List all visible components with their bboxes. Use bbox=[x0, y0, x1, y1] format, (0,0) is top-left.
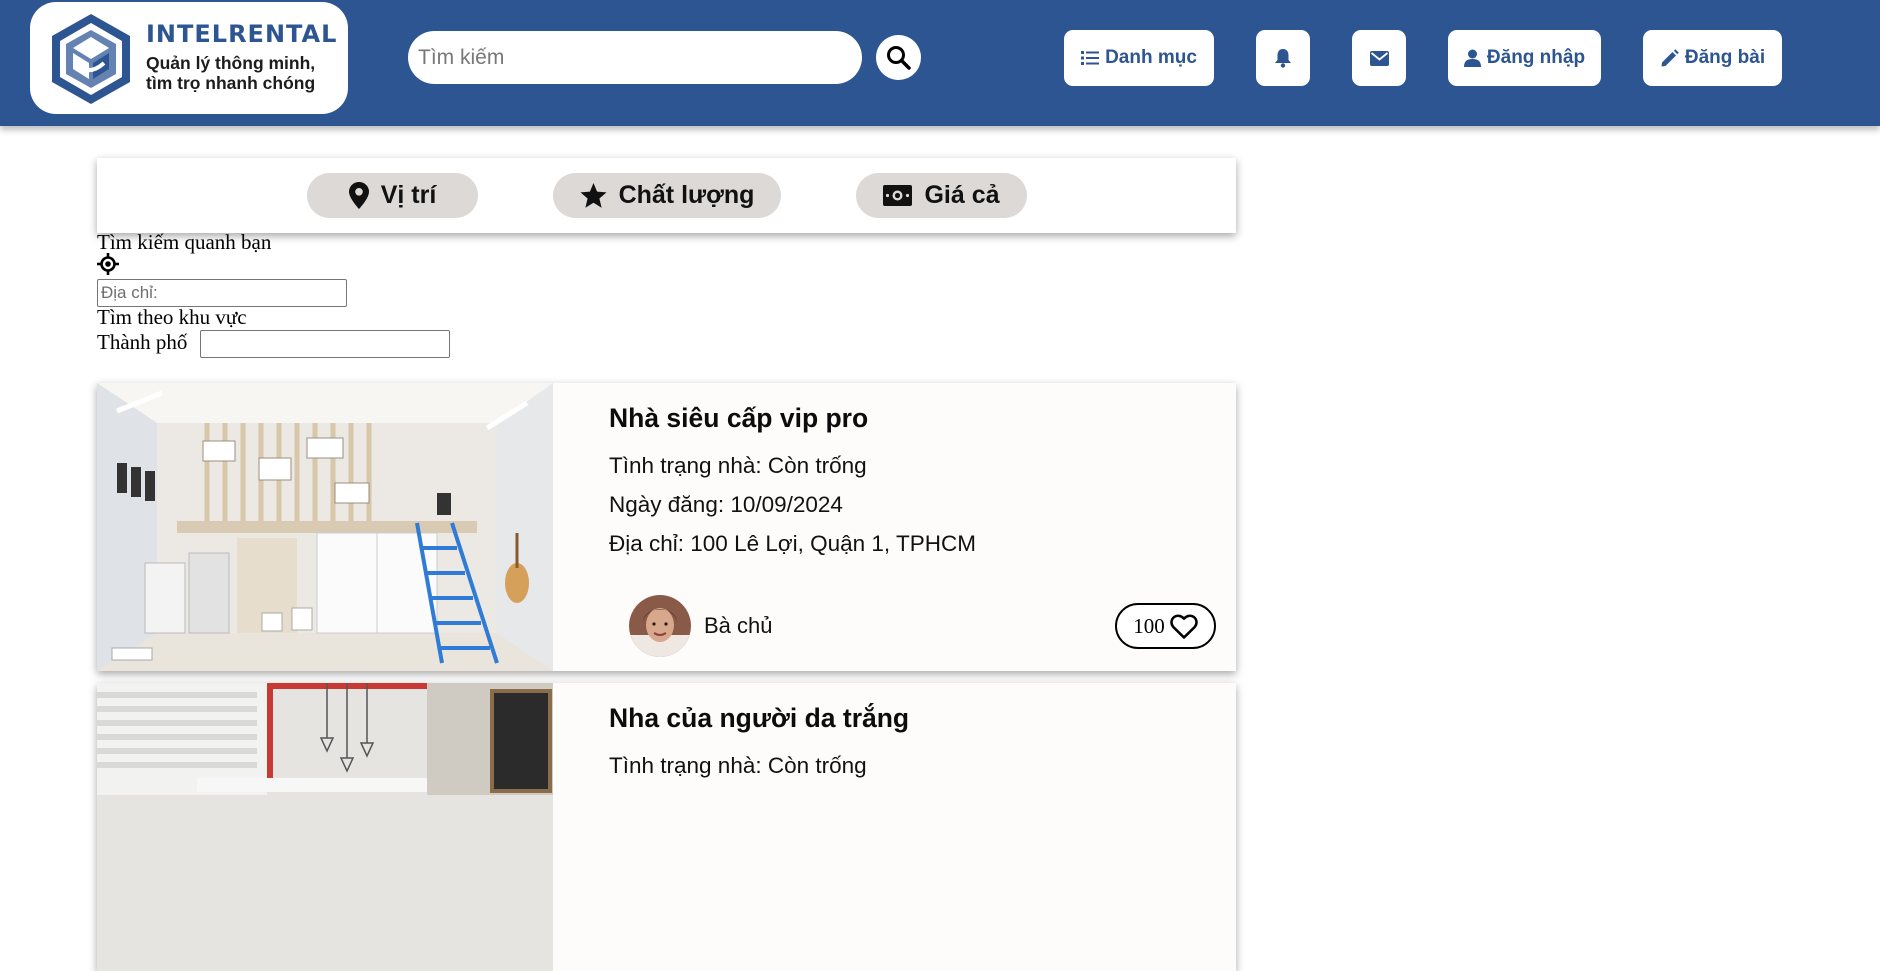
listing-status: Tình trạng nhà: Còn trống bbox=[609, 453, 867, 478]
search-input[interactable] bbox=[408, 31, 862, 84]
filter-tabs: Vị trí Chất lượng Giá cả bbox=[97, 158, 1236, 233]
brand-logo[interactable]: INTELRENTAL Quản lý thông minh, tìm trọ … bbox=[30, 2, 348, 114]
avatar[interactable] bbox=[629, 595, 691, 657]
category-label: Danh mục bbox=[1105, 47, 1197, 68]
tab-quality-label: Chất lượng bbox=[618, 181, 755, 209]
listing-title[interactable]: Nhà siêu cấp vip pro bbox=[609, 403, 868, 434]
brand-tagline: Quản lý thông minh, tìm trọ nhanh chóng bbox=[146, 53, 315, 93]
listing-status: Tình trạng nhà: Còn trống bbox=[609, 753, 867, 778]
category-button[interactable]: Danh mục bbox=[1064, 30, 1214, 86]
city-label: Thành phố bbox=[97, 330, 188, 354]
money-bill-icon bbox=[883, 185, 913, 206]
list-icon bbox=[1081, 51, 1100, 65]
logo-cube-icon bbox=[52, 14, 130, 104]
tab-location-label: Vị trí bbox=[380, 181, 437, 209]
brand-tagline-line2: tìm trọ nhanh chóng bbox=[146, 73, 316, 93]
magnifier-icon bbox=[887, 46, 911, 70]
crosshairs-icon[interactable] bbox=[97, 253, 119, 275]
owner-name: Bà chủ bbox=[704, 613, 773, 638]
tab-quality[interactable]: Chất lượng bbox=[553, 173, 781, 218]
star-icon bbox=[580, 182, 607, 208]
post-label: Đăng bài bbox=[1684, 47, 1766, 68]
envelope-icon bbox=[1369, 50, 1389, 66]
top-header: INTELRENTAL Quản lý thông minh, tìm trọ … bbox=[0, 0, 1880, 126]
tab-location[interactable]: Vị trí bbox=[307, 173, 478, 218]
address-input[interactable] bbox=[97, 279, 347, 307]
listing-photo[interactable] bbox=[97, 683, 553, 971]
heart-icon bbox=[1169, 613, 1198, 639]
messages-button[interactable] bbox=[1352, 30, 1406, 86]
search-button[interactable] bbox=[876, 35, 921, 80]
listing-card[interactable]: Nha của người da trắng Tình trạng nhà: C… bbox=[97, 683, 1236, 971]
brand-name: INTELRENTAL bbox=[146, 20, 338, 48]
notifications-button[interactable] bbox=[1256, 30, 1310, 86]
city-input[interactable] bbox=[200, 330, 450, 358]
like-count: 100 bbox=[1133, 613, 1165, 638]
listing-address: Địa chỉ: 100 Lê Lợi, Quận 1, TPHCM bbox=[609, 531, 977, 556]
user-icon bbox=[1463, 49, 1481, 67]
tab-price-label: Giá cả bbox=[924, 181, 1000, 209]
pencil-icon bbox=[1661, 48, 1679, 66]
area-search-heading: Tìm theo khu vực bbox=[97, 305, 247, 329]
login-button[interactable]: Đăng nhập bbox=[1448, 30, 1601, 86]
brand-tagline-line1: Quản lý thông minh, bbox=[146, 53, 316, 73]
nearby-search-heading: Tìm kiếm quanh bạn bbox=[97, 230, 272, 254]
listing-card[interactable]: Nhà siêu cấp vip pro Tình trạng nhà: Còn… bbox=[97, 383, 1236, 671]
tab-price[interactable]: Giá cả bbox=[856, 173, 1027, 218]
map-pin-icon bbox=[348, 182, 369, 209]
bell-icon bbox=[1275, 49, 1291, 68]
post-button[interactable]: Đăng bài bbox=[1643, 30, 1782, 86]
listing-date: Ngày đăng: 10/09/2024 bbox=[609, 492, 843, 517]
listing-title[interactable]: Nha của người da trắng bbox=[609, 703, 909, 734]
login-label: Đăng nhập bbox=[1486, 47, 1586, 68]
like-button[interactable]: 100 bbox=[1115, 603, 1216, 649]
listing-photo[interactable] bbox=[97, 383, 553, 671]
